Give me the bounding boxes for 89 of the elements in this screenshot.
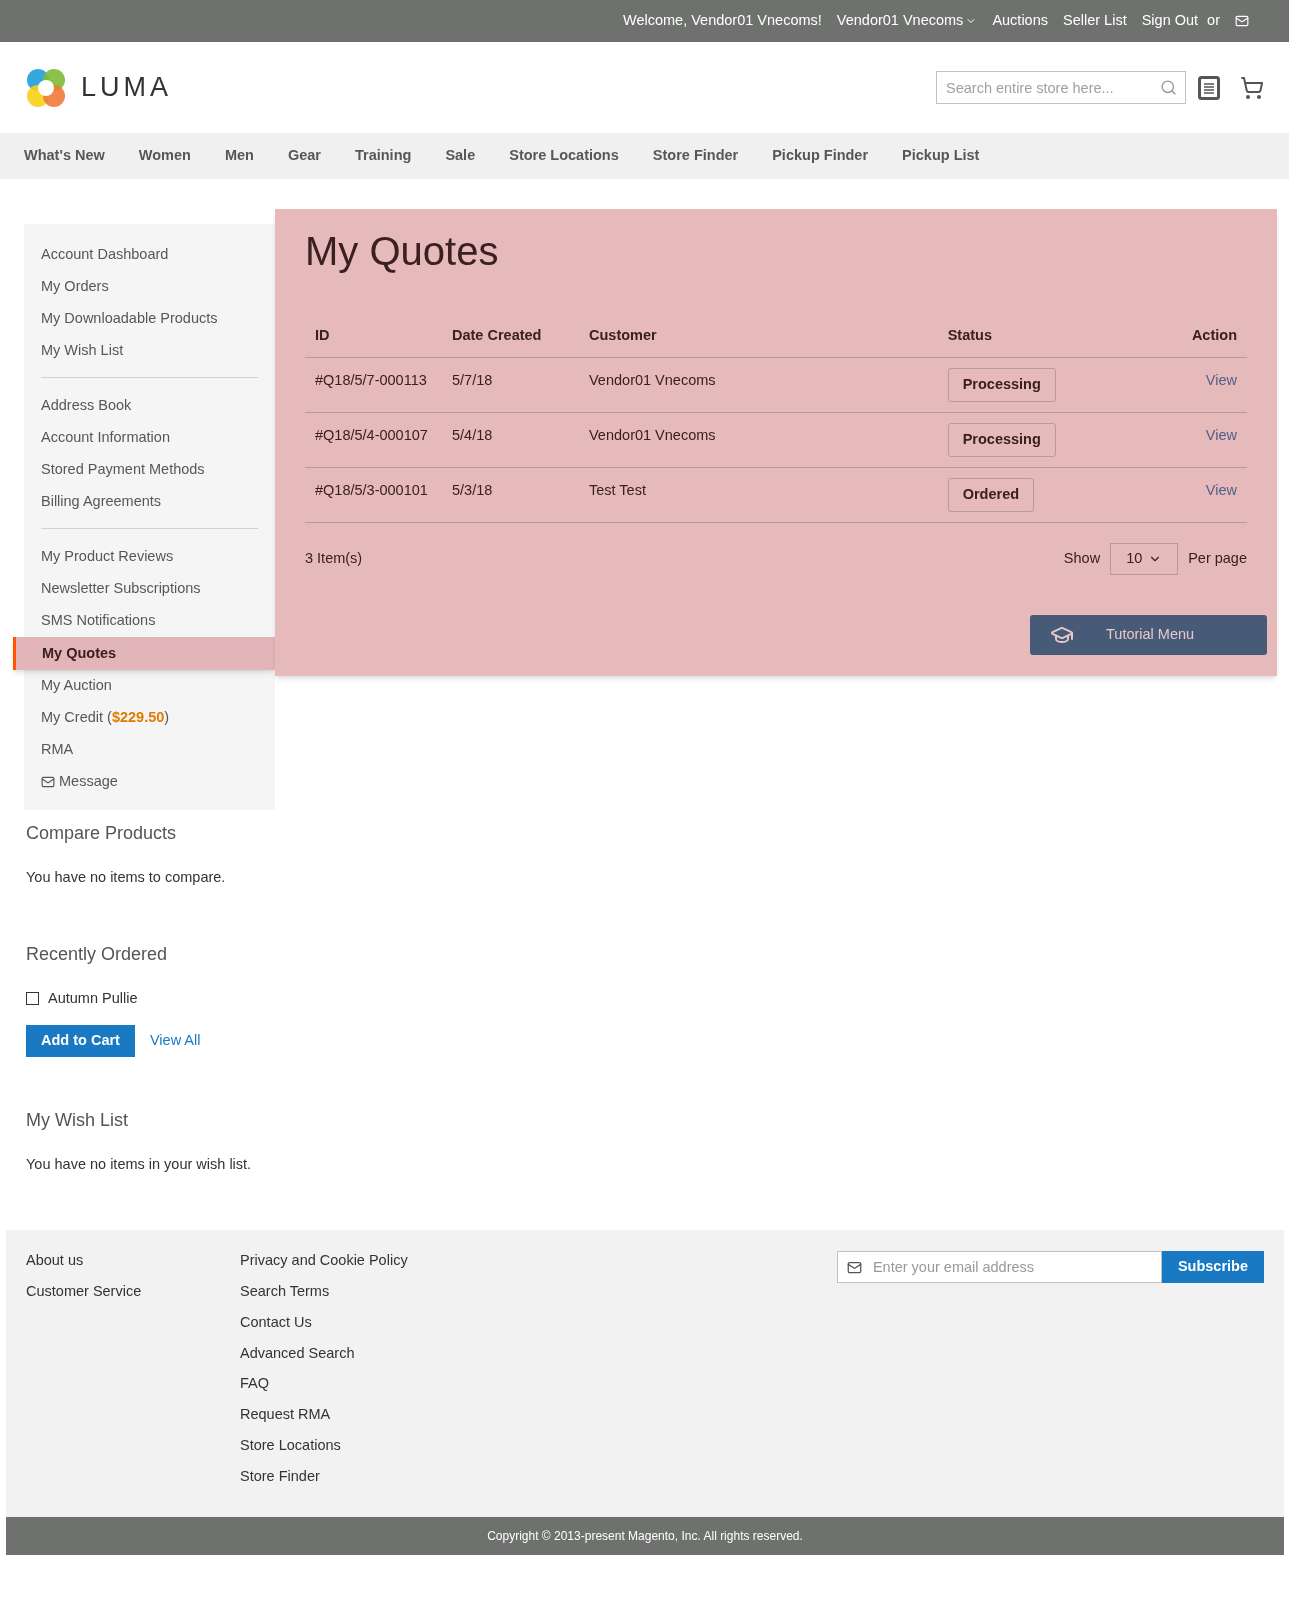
- sidebar-item[interactable]: My Quotes: [13, 637, 275, 670]
- nav-link[interactable]: Store Locations: [509, 145, 619, 167]
- cart-icon[interactable]: [1240, 75, 1264, 100]
- mail-icon: [41, 775, 55, 789]
- per-page-label: Per page: [1188, 548, 1247, 568]
- table-cell: 5/4/18: [442, 412, 579, 468]
- sidebar-item[interactable]: Account Information: [41, 422, 258, 454]
- tutorial-menu-button[interactable]: Tutorial Menu: [1030, 614, 1267, 655]
- product-name: Autumn Pullie: [48, 988, 138, 1008]
- nav-link[interactable]: Store Finder: [652, 145, 739, 167]
- nav-link[interactable]: Women: [138, 145, 191, 167]
- sidebar-item[interactable]: My Wish List: [41, 335, 258, 367]
- table-cell: Vendor01 Vnecoms: [579, 412, 938, 468]
- sidebar-item[interactable]: Newsletter Subscriptions: [41, 573, 258, 605]
- page-title: My Quotes: [305, 228, 500, 275]
- nav-link[interactable]: Training: [354, 145, 412, 167]
- view-all-link[interactable]: View All: [149, 1029, 201, 1052]
- footer-link[interactable]: Search Terms: [240, 1281, 837, 1303]
- copyright-text: Copyright © 2013-present Magento, Inc. All rights reserved.: [487, 1528, 803, 1546]
- block-title: My Wish List: [26, 1108, 129, 1132]
- email-field[interactable]: Enter your email address: [836, 1251, 1162, 1284]
- footer-link[interactable]: Contact Us: [240, 1311, 837, 1334]
- footer-link[interactable]: FAQ: [240, 1373, 837, 1395]
- column-header: Status: [937, 315, 1088, 358]
- status-badge: Processing: [947, 367, 1056, 402]
- view-link[interactable]: View: [1205, 371, 1237, 388]
- block-title: Compare Products: [26, 822, 178, 845]
- sidebar-item[interactable]: My Auction: [41, 670, 258, 702]
- or-text: or: [1207, 11, 1220, 31]
- nav-link[interactable]: Pickup Finder: [772, 145, 869, 167]
- block-title: Recently Ordered: [26, 942, 169, 966]
- nav-link[interactable]: What's New: [24, 145, 105, 167]
- account-menu[interactable]: Vendor01 Vnecoms: [836, 10, 978, 32]
- checkbox[interactable]: [26, 992, 39, 1006]
- search-icon[interactable]: [1160, 79, 1177, 96]
- table-cell: 5/3/18: [442, 467, 579, 523]
- status-badge: Ordered: [947, 477, 1035, 512]
- add-to-cart-button[interactable]: Add to Cart: [26, 1024, 135, 1057]
- logo-icon: [25, 66, 67, 109]
- nav-link[interactable]: Sale: [445, 145, 476, 167]
- sidebar-item[interactable]: My Product Reviews: [41, 541, 258, 573]
- welcome-text: Welcome, Vendor01 Vnecoms!: [623, 11, 822, 31]
- top-link[interactable]: Sign Out: [1141, 10, 1199, 32]
- search-field[interactable]: Search entire store here...: [936, 71, 1186, 104]
- footer-link[interactable]: Privacy and Cookie Policy: [240, 1250, 837, 1272]
- view-link[interactable]: View: [1205, 426, 1237, 443]
- empty-message: You have no items to compare.: [26, 868, 227, 887]
- table-cell: Test Test: [579, 467, 938, 523]
- footer-link[interactable]: Advanced Search: [240, 1342, 837, 1365]
- nav-link[interactable]: Pickup List: [902, 145, 980, 167]
- subscribe-button[interactable]: Subscribe: [1161, 1251, 1264, 1284]
- list-icon[interactable]: [1198, 75, 1220, 100]
- footer-link[interactable]: Customer Service: [26, 1281, 240, 1303]
- logo-text[interactable]: LUMA: [81, 67, 172, 108]
- view-link[interactable]: View: [1205, 481, 1237, 498]
- sidebar-item[interactable]: My Orders: [41, 271, 258, 303]
- table-cell: 5/7/18: [442, 357, 579, 413]
- mail-icon: [846, 1260, 862, 1276]
- nav-link[interactable]: Gear: [287, 145, 321, 167]
- footer-link[interactable]: Request RMA: [240, 1404, 837, 1426]
- sidebar-item[interactable]: Stored Payment Methods: [41, 454, 258, 486]
- column-header: Date Created: [442, 315, 579, 358]
- column-header: Customer: [579, 315, 938, 358]
- column-header: ID: [305, 315, 442, 358]
- mail-icon[interactable]: [1235, 14, 1249, 28]
- empty-message: You have no items in your wish list.: [26, 1154, 253, 1174]
- per-page-select[interactable]: 10: [1110, 542, 1179, 575]
- show-label: Show: [1063, 548, 1101, 568]
- sidebar-item[interactable]: RMA: [41, 734, 258, 766]
- sidebar-item[interactable]: SMS Notifications: [41, 605, 258, 637]
- table-cell: #Q18/5/4-000107: [305, 412, 442, 468]
- table-cell: #Q18/5/3-000101: [305, 467, 442, 523]
- column-header: Action: [1087, 315, 1247, 358]
- nav-link[interactable]: Men: [224, 145, 254, 167]
- footer-link[interactable]: Store Locations: [240, 1434, 837, 1457]
- top-link[interactable]: Auctions: [992, 10, 1048, 32]
- sidebar-item[interactable]: Account Dashboard: [41, 239, 258, 271]
- sidebar-item[interactable]: Message: [41, 766, 258, 798]
- sidebar-item[interactable]: My Credit ($229.50): [41, 702, 258, 734]
- footer-link[interactable]: About us: [26, 1250, 240, 1272]
- status-badge: Processing: [947, 422, 1056, 457]
- table-cell: Vendor01 Vnecoms: [579, 357, 938, 413]
- sidebar-item[interactable]: Address Book: [41, 390, 258, 422]
- sidebar-item[interactable]: My Downloadable Products: [41, 303, 258, 335]
- footer-link[interactable]: Store Finder: [240, 1465, 837, 1488]
- sidebar-item[interactable]: Billing Agreements: [41, 486, 258, 518]
- table-cell: #Q18/5/7-000113: [305, 357, 442, 413]
- item-count: 3 Item(s): [305, 548, 363, 568]
- top-link[interactable]: Seller List: [1063, 10, 1127, 32]
